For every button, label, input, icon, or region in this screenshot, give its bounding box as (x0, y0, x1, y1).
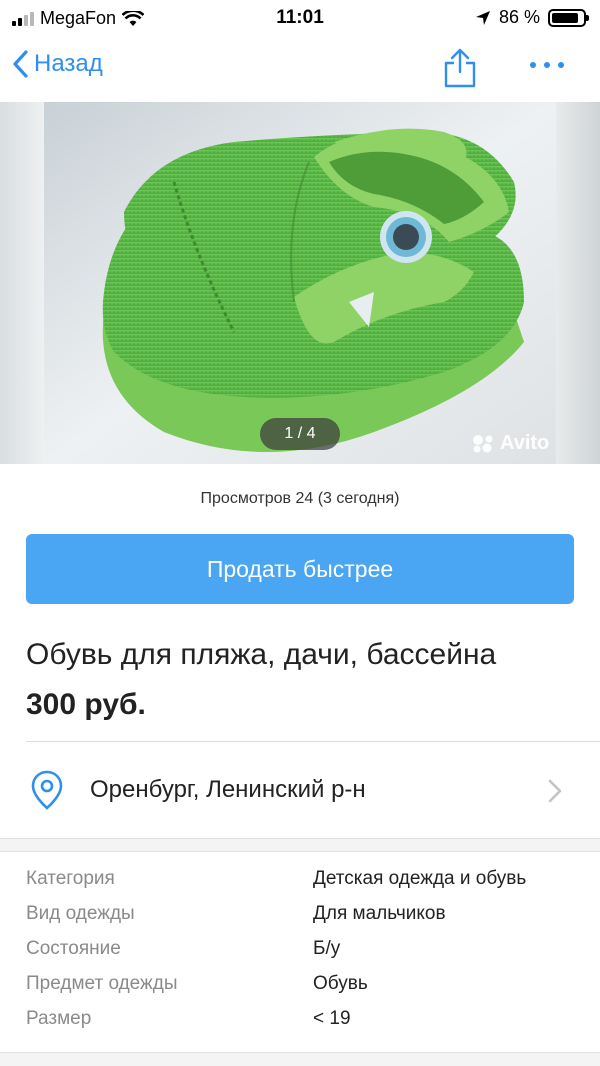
status-right: 86 % (475, 7, 589, 28)
listing-title: Обувь для пляжа, дачи, бассейна (26, 638, 497, 671)
battery-percent: 86 % (498, 7, 540, 27)
avito-watermark: Avito (472, 432, 549, 455)
nav-bar: Назад (0, 36, 600, 102)
watermark-text: Avito (500, 432, 550, 454)
map-pin-icon (31, 770, 63, 810)
parameter-label: Предмет одежды (26, 973, 178, 994)
next-photo-peek (556, 102, 600, 464)
photo-pager: 1 / 4 (260, 418, 340, 450)
location-arrow-icon (475, 10, 490, 25)
share-icon[interactable] (442, 48, 478, 88)
status-bar: MegaFon 11:01 86 % (0, 0, 600, 36)
back-label: Назад (34, 50, 103, 77)
parameter-row: Категория Детская одежда и обувь (0, 864, 600, 899)
battery-icon (548, 8, 589, 27)
chevron-right-icon (548, 779, 562, 803)
more-options-icon[interactable] (530, 62, 570, 72)
parameter-label: Состояние (26, 938, 121, 959)
parameters-list: Категория Детская одежда и обувь Вид оде… (0, 864, 600, 1039)
bottom-separator (0, 1052, 600, 1066)
location-row[interactable]: Оренбург, Ленинский р-н (0, 742, 600, 838)
parameter-row: Предмет одежды Обувь (0, 969, 600, 1004)
parameter-row: Вид одежды Для мальчиков (0, 899, 600, 934)
sell-faster-button[interactable]: Продать быстрее (26, 534, 574, 604)
battery-fill (552, 12, 578, 23)
chevron-left-icon (13, 50, 28, 78)
previous-photo-peek (0, 102, 44, 464)
parameter-label: Размер (26, 1008, 92, 1029)
product-photo[interactable] (44, 102, 556, 464)
parameter-row: Размер < 19 (0, 1004, 600, 1039)
parameter-row: Состояние Б/у (0, 934, 600, 969)
parameter-value: < 19 (313, 1008, 351, 1029)
parameter-value: Б/у (313, 938, 341, 959)
listing-price: 300 руб. (26, 688, 146, 721)
parameter-value: Для мальчиков (313, 903, 446, 924)
section-separator (0, 838, 600, 852)
parameter-label: Вид одежды (26, 903, 135, 924)
avito-logo-icon (473, 434, 493, 452)
views-count: Просмотров 24 (3 сегодня) (200, 490, 400, 507)
parameter-value: Обувь (313, 973, 368, 994)
location-text: Оренбург, Ленинский р-н (90, 776, 366, 803)
photo-gallery[interactable]: 1 / 4 Avito (0, 102, 600, 464)
parameter-value: Детская одежда и обувь (313, 868, 527, 889)
parameter-label: Категория (26, 868, 115, 889)
back-button[interactable]: Назад (12, 50, 103, 78)
